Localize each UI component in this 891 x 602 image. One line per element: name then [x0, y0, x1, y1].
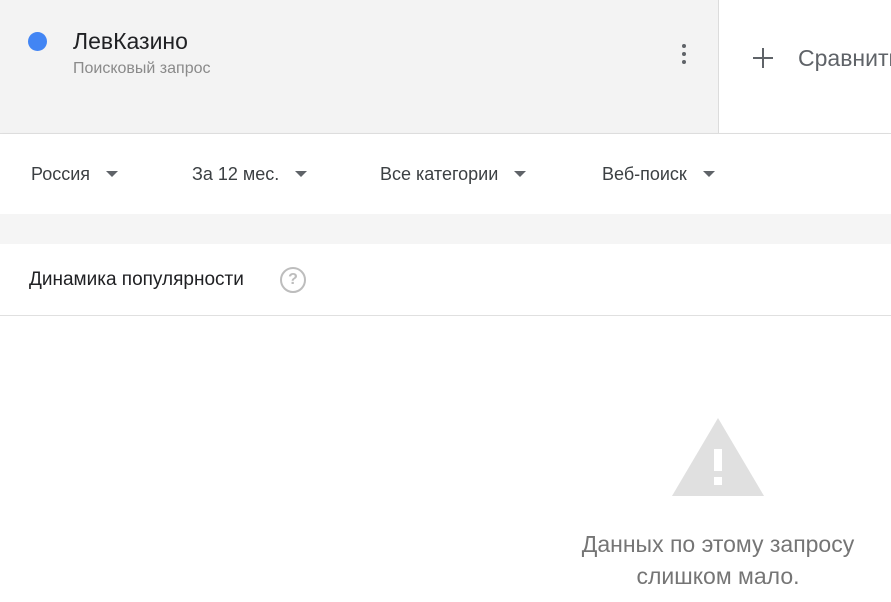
dropdown-arrow-icon — [106, 171, 119, 177]
filter-time-range-label: За 12 мес. — [192, 163, 280, 184]
filter-bar: Россия За 12 мес. Все категории Веб-поис… — [0, 134, 891, 214]
help-circle-icon[interactable]: ? — [280, 267, 306, 293]
add-comparison-button[interactable]: Сравнить — [740, 38, 891, 78]
google-trends-explore-page: ЛевКазино Поисковый запрос Сравнить Росс… — [0, 0, 891, 602]
term-name[interactable]: ЛевКазино — [73, 27, 188, 55]
filter-time-range[interactable]: За 12 мес. — [192, 162, 308, 186]
dropdown-arrow-icon — [702, 171, 715, 177]
panel-title: Динамика популярности — [29, 269, 244, 290]
no-data-message: Данных по этому запросу слишком мало. — [530, 528, 891, 592]
dropdown-arrow-icon — [514, 171, 527, 177]
search-term-card[interactable]: ЛевКазино Поисковый запрос — [0, 0, 719, 133]
filter-category[interactable]: Все категории — [380, 162, 527, 186]
section-divider — [0, 214, 891, 244]
more-vert-icon[interactable] — [676, 41, 692, 67]
filter-search-type[interactable]: Веб-поиск — [602, 162, 715, 186]
filter-search-type-label: Веб-поиск — [602, 163, 687, 184]
filter-category-label: Все категории — [380, 163, 499, 184]
term-color-dot — [28, 32, 47, 51]
dropdown-arrow-icon — [295, 171, 308, 177]
filter-region[interactable]: Россия — [31, 162, 119, 186]
interest-over-time-panel: Динамика популярности ? Данных по этому … — [0, 244, 891, 602]
warning-triangle-icon — [672, 418, 764, 496]
filter-region-label: Россия — [31, 163, 91, 184]
no-data-message-line-2: слишком мало. — [636, 563, 800, 589]
term-type-label: Поисковый запрос — [73, 60, 211, 77]
panel-header: Динамика популярности ? — [0, 244, 891, 316]
search-term-bar: ЛевКазино Поисковый запрос Сравнить — [0, 0, 891, 134]
plus-icon — [752, 47, 774, 69]
no-data-message-line-1: Данных по этому запросу — [581, 531, 855, 557]
compare-label: Сравнить — [798, 44, 891, 71]
